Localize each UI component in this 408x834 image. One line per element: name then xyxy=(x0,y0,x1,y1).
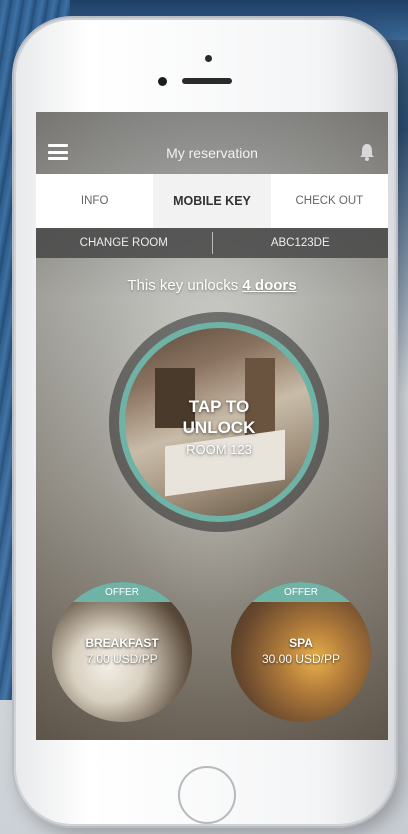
key-label-line2: UNLOCK xyxy=(182,418,256,437)
tab-info[interactable]: INFO xyxy=(36,174,153,228)
app-screen: My reservation INFO MOBILE KEY CHECK OUT… xyxy=(36,112,388,740)
key-label-line1: TAP TO xyxy=(188,397,250,416)
room-subbar: CHANGE ROOM ABC123DE xyxy=(36,228,388,258)
home-button[interactable] xyxy=(178,766,236,824)
page-title: My reservation xyxy=(166,145,258,161)
tab-check-out[interactable]: CHECK OUT xyxy=(271,174,388,228)
unlock-prefix: This key unlocks xyxy=(127,277,239,294)
key-room-number: ROOM 123 xyxy=(186,442,252,457)
front-camera xyxy=(158,77,167,86)
bell-icon[interactable] xyxy=(358,142,376,162)
earpiece-speaker xyxy=(182,78,232,84)
top-bar: My reservation xyxy=(36,112,388,174)
doors-link[interactable]: 4 doors xyxy=(242,277,296,294)
unlock-info: This key unlocks 4 doors xyxy=(36,277,388,294)
offer-price: 30.00 USD/PP xyxy=(261,652,341,666)
room-photo-bed xyxy=(165,429,285,497)
reservation-code: ABC123DE xyxy=(270,237,330,249)
tab-bar: INFO MOBILE KEY CHECK OUT xyxy=(36,174,388,228)
offer-badge: OFFER xyxy=(52,582,192,602)
offer-badge: OFFER xyxy=(231,582,371,602)
offer-breakfast[interactable]: OFFER BREAKFAST 7.00 USD/PP xyxy=(52,582,192,722)
offer-spa[interactable]: OFFER SPA 30.00 USD/PP xyxy=(231,582,371,722)
tab-mobile-key[interactable]: MOBILE KEY xyxy=(153,174,271,228)
change-room-button[interactable]: CHANGE ROOM xyxy=(36,237,212,249)
offer-title: SPA xyxy=(289,636,313,650)
offer-price: 7.00 USD/PP xyxy=(86,652,158,666)
offer-title: BREAKFAST xyxy=(85,636,159,650)
proximity-sensor xyxy=(205,55,212,62)
